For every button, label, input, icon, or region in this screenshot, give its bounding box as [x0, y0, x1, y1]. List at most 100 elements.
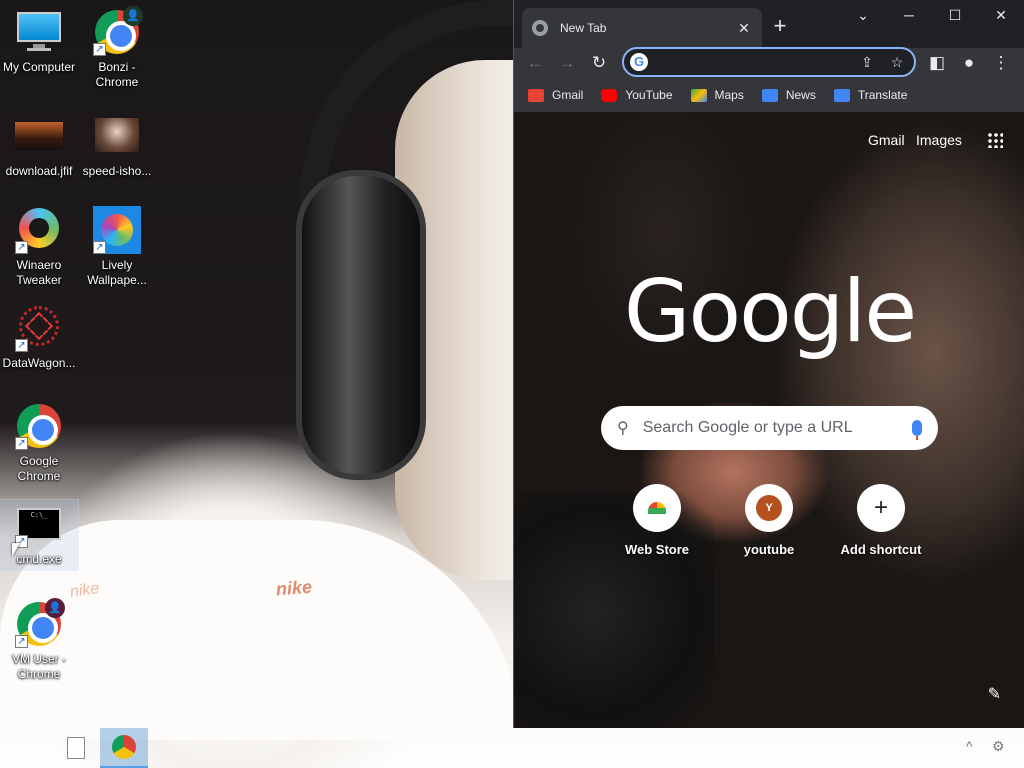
tab-strip: New Tab ✕ + ⌄ ─ ☐ ✕	[514, 0, 1024, 48]
bookmark-maps[interactable]: Maps	[690, 88, 744, 102]
customize-pencil-icon[interactable]: ✎	[988, 684, 1001, 704]
browser-toolbar: ← → ↻ G ⇪ ☆ ◧ ● ⋮	[514, 47, 1024, 78]
shortcut-label: youtube	[743, 542, 795, 557]
taskbar-item-file[interactable]	[52, 728, 100, 768]
winaero-icon: ↗	[15, 206, 63, 254]
translate-icon	[833, 88, 850, 102]
desktop-icon-lively-wallpaper[interactable]: ↗ Lively Wallpape...	[78, 206, 156, 288]
shortcut-label: Web Store	[624, 542, 690, 557]
maximize-button[interactable]: ☐	[932, 0, 978, 32]
youtube-letter-icon: Y	[756, 495, 782, 521]
bookmark-label: Maps	[714, 88, 744, 102]
new-tab-button[interactable]: +	[766, 12, 794, 40]
shortcut-arrow-icon: ↗	[15, 339, 28, 352]
address-input[interactable]	[654, 52, 844, 72]
wallpaper-text: nike	[275, 576, 313, 600]
omnibox[interactable]: G ⇪ ☆	[622, 47, 916, 77]
bookmark-label: YouTube	[625, 88, 673, 102]
settings-gear-icon[interactable]: ⚙	[992, 738, 1005, 755]
desktop-icon-speed-isho[interactable]: speed-isho...	[78, 112, 156, 179]
shortcut-arrow-icon: ↗	[15, 635, 28, 648]
gmail-icon	[528, 88, 544, 102]
share-icon[interactable]: ⇪	[856, 51, 878, 73]
desktop-icon-datawagon[interactable]: ↗ DataWagon...	[0, 304, 78, 371]
profile-icon[interactable]: ●	[956, 50, 982, 76]
tray-chevron-icon[interactable]: ^	[966, 738, 973, 754]
shortcut-add[interactable]: + Add shortcut	[825, 484, 937, 557]
desktop-icon-cmd[interactable]: C:\_ ↗ cmd.exe	[0, 499, 79, 571]
shortcut-arrow-icon: ↗	[93, 43, 106, 56]
search-input[interactable]	[642, 419, 912, 437]
shortcut-youtube[interactable]: Y youtube	[713, 484, 825, 557]
desktop-icon-google-chrome[interactable]: ↗ Google Chrome	[0, 402, 78, 484]
shortcut-web-store[interactable]: Web Store	[601, 484, 713, 557]
search-icon: ⚲	[617, 420, 629, 437]
image-thumbnail-icon	[15, 112, 63, 160]
close-window-button[interactable]: ✕	[978, 0, 1024, 32]
shortcut-arrow-icon: ↗	[93, 241, 106, 254]
desktop-icon-label: Lively Wallpape...	[87, 258, 147, 287]
microphone-icon[interactable]	[912, 420, 922, 440]
wallpaper-headphone	[296, 170, 426, 480]
forward-arrow-icon[interactable]: →	[554, 50, 580, 76]
desktop-icon-winaero-tweaker[interactable]: ↗ Winaero Tweaker	[0, 206, 78, 288]
chrome-icon: 👤 ↗	[15, 598, 65, 648]
back-arrow-icon[interactable]: ←	[522, 50, 548, 76]
bookmarks-bar: Gmail YouTube Maps News Translate	[514, 78, 1024, 112]
bookmark-label: Translate	[857, 88, 908, 102]
desktop-icon-vm-user-chrome[interactable]: 👤 ↗ VM User - Chrome	[0, 598, 78, 682]
desktop-icon-label: My Computer	[2, 60, 76, 74]
desktop-icon-label: DataWagon...	[2, 356, 76, 370]
shortcut-icon-circle: Y	[745, 484, 793, 532]
document-icon	[67, 737, 85, 759]
more-menu-icon[interactable]: ⋮	[988, 50, 1014, 76]
desktop-icon-download-jfif[interactable]: download.jfif	[0, 112, 78, 179]
maps-icon	[690, 88, 707, 102]
terminal-icon: C:\_ ↗	[15, 500, 63, 548]
youtube-icon	[601, 88, 618, 102]
tab-search-dropdown-icon[interactable]: ⌄	[840, 0, 886, 32]
google-g-icon: G	[630, 53, 648, 71]
tab-new-tab[interactable]: New Tab ✕	[522, 8, 762, 48]
chrome-window: New Tab ✕ + ⌄ ─ ☐ ✕ ← → ↻ G ⇪ ☆ ◧ ● ⋮ Gm…	[513, 0, 1024, 728]
bookmark-star-icon[interactable]: ☆	[886, 51, 908, 73]
bookmark-translate[interactable]: Translate	[833, 88, 908, 102]
reload-icon[interactable]: ↻	[586, 50, 612, 76]
chrome-icon	[112, 735, 136, 759]
tab-close-icon[interactable]: ✕	[736, 20, 752, 37]
chrome-icon: 👤 ↗	[93, 6, 143, 56]
ntp-search-box[interactable]: ⚲	[601, 406, 938, 450]
lively-icon: ↗	[93, 206, 141, 254]
monitor-icon	[15, 8, 63, 56]
bookmark-gmail[interactable]: Gmail	[528, 88, 583, 102]
taskbar-item-chrome[interactable]	[100, 728, 148, 768]
images-link[interactable]: Images	[916, 132, 962, 148]
datawagon-icon: ↗	[15, 304, 63, 352]
google-apps-icon[interactable]	[987, 132, 1003, 148]
desktop-icon-my-computer[interactable]: My Computer	[0, 8, 78, 75]
minimize-button[interactable]: ─	[886, 0, 932, 32]
desktop-icon-label: speed-isho...	[82, 164, 152, 178]
shortcut-icon-circle: +	[857, 484, 905, 532]
desktop-icon-bonzi-chrome[interactable]: 👤 ↗ Bonzi - Chrome	[78, 6, 156, 90]
chrome-icon: ↗	[15, 402, 63, 450]
taskbar: ^ ⚙	[0, 728, 1024, 768]
gmail-link[interactable]: Gmail	[868, 132, 905, 148]
plus-icon: +	[873, 494, 888, 521]
bookmark-label: Gmail	[552, 88, 584, 102]
news-icon	[761, 88, 778, 102]
profile-badge-icon: 👤	[123, 6, 143, 26]
mouse-cursor-icon	[12, 543, 20, 557]
tab-title: New Tab	[560, 21, 607, 35]
chrome-favicon-icon	[532, 20, 548, 36]
shortcut-arrow-icon: ↗	[15, 437, 28, 450]
desktop-icon-label: download.jfif	[5, 164, 73, 178]
image-thumbnail-icon	[93, 112, 141, 160]
bookmark-youtube[interactable]: YouTube	[601, 88, 673, 102]
side-panel-icon[interactable]: ◧	[924, 50, 950, 76]
shortcut-arrow-icon: ↗	[15, 241, 28, 254]
desktop-icon-label: Winaero Tweaker	[16, 258, 62, 287]
profile-badge-icon: 👤	[45, 598, 65, 618]
desktop-icon-label: Google Chrome	[17, 454, 61, 483]
bookmark-news[interactable]: News	[761, 88, 816, 102]
